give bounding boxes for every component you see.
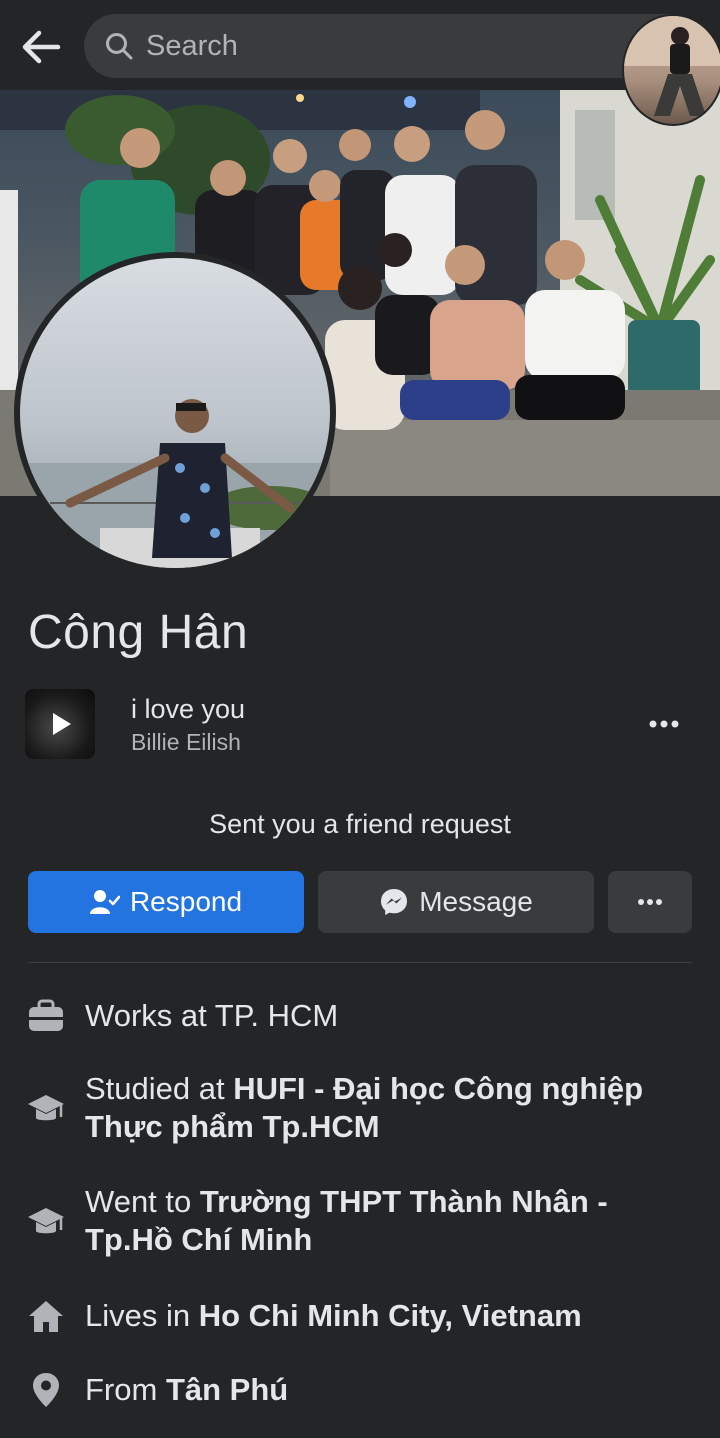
music-artist: Billie Eilish (131, 729, 241, 755)
respond-label: Respond (129, 886, 243, 917)
music-title: i love you (131, 694, 246, 724)
lives-prefix: Lives in (85, 1298, 199, 1333)
search-icon (104, 31, 134, 61)
school-detail: Went to Trường THPT Thành Nhân - Tp.Hồ C… (85, 1183, 695, 1259)
music-play-button[interactable] (25, 689, 95, 759)
school-prefix: Went to (85, 1184, 200, 1219)
graduation-cap-icon (26, 1089, 66, 1129)
back-button[interactable] (18, 24, 64, 70)
from-detail: From Tân Phú (85, 1371, 695, 1409)
message-button[interactable]: Message (318, 871, 594, 933)
lives-detail: Lives in Ho Chi Minh City, Vietnam (85, 1297, 695, 1335)
current-user-avatar[interactable] (622, 14, 720, 126)
music-more-button[interactable] (640, 706, 688, 742)
top-bar: Search (0, 0, 720, 90)
profile-picture[interactable] (14, 252, 336, 574)
from-place-link[interactable]: Tân Phú (166, 1372, 288, 1407)
work-text: Works at TP. HCM (85, 998, 339, 1033)
avatar-image (624, 16, 720, 116)
from-prefix: From (85, 1372, 166, 1407)
more-horizontal-icon (638, 899, 662, 905)
briefcase-icon (26, 996, 66, 1036)
message-label: Message (419, 886, 533, 917)
lives-place-link[interactable]: Ho Chi Minh City, Vietnam (199, 1298, 582, 1333)
arrow-left-icon (22, 30, 61, 64)
divider (28, 962, 692, 963)
add-friend-icon (89, 889, 120, 915)
house-icon (26, 1296, 66, 1336)
graduation-cap-icon (26, 1202, 66, 1242)
friend-request-text: Sent you a friend request (209, 809, 511, 839)
play-icon (53, 713, 71, 735)
messenger-icon (379, 887, 409, 917)
profile-name: Công Hân (28, 606, 249, 659)
work-detail: Works at TP. HCM (85, 997, 695, 1035)
location-pin-icon (26, 1370, 66, 1410)
study-prefix: Studied at (85, 1071, 234, 1106)
respond-button[interactable]: Respond (28, 871, 304, 933)
study-detail: Studied at HUFI - Đại học Công nghiệp Th… (85, 1070, 695, 1146)
search-placeholder: Search (146, 29, 238, 62)
search-input[interactable]: Search (84, 14, 704, 78)
more-actions-button[interactable] (608, 871, 692, 933)
more-horizontal-icon (649, 720, 679, 728)
profile-picture-image (20, 258, 330, 568)
